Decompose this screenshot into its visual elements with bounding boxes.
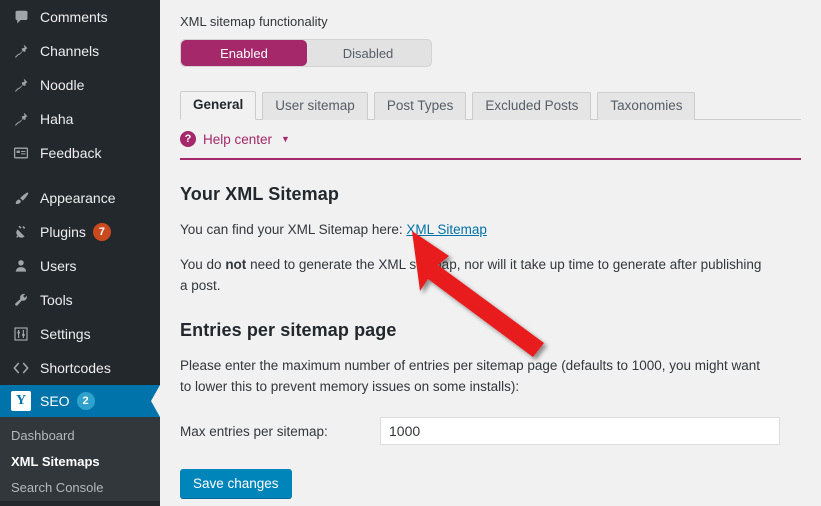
sidebar-item-label: SEO: [40, 393, 70, 409]
settings-tabs: General User sitemap Post Types Excluded…: [180, 89, 801, 120]
sidebar-item-appearance[interactable]: Appearance: [0, 181, 160, 215]
brush-icon: [11, 188, 31, 208]
sitemap-location-text: You can find your XML Sitemap here: XML …: [180, 219, 770, 240]
toggle-disabled-button[interactable]: Disabled: [306, 41, 430, 65]
note-part-two: need to generate the XML sitemap, nor wi…: [180, 257, 762, 293]
your-xml-sitemap-heading: Your XML Sitemap: [180, 184, 339, 204]
feedback-icon: [11, 143, 31, 163]
submenu-item-label: Search Console: [11, 480, 104, 495]
submenu-item-label: Dashboard: [11, 428, 75, 443]
entries-per-page-description: Please enter the maximum number of entri…: [180, 358, 761, 394]
sitemap-generation-note: You do not need to generate the XML site…: [180, 254, 770, 296]
xml-sitemap-functionality-label: XML sitemap functionality: [180, 14, 328, 29]
max-entries-input[interactable]: [380, 417, 780, 445]
sidebar-item-feedback[interactable]: Feedback: [0, 136, 160, 170]
sidebar-item-label: Users: [40, 258, 77, 274]
sidebar-item-users[interactable]: Users: [0, 249, 160, 283]
seo-submenu: Dashboard XML Sitemaps Search Console: [0, 417, 160, 501]
max-entries-field-row: Max entries per sitemap:: [180, 417, 801, 445]
tab-taxonomies[interactable]: Taxonomies: [597, 92, 696, 120]
tab-post-types[interactable]: Post Types: [373, 92, 467, 120]
max-entries-label: Max entries per sitemap:: [180, 423, 328, 439]
save-changes-button[interactable]: Save changes: [180, 469, 292, 498]
sitemap-location-prefix: You can find your XML Sitemap here:: [180, 222, 407, 237]
sidebar-item-haha[interactable]: Haha: [0, 102, 160, 136]
sidebar-item-label: Channels: [40, 43, 100, 59]
note-part-one: You do: [180, 257, 226, 272]
pin-icon: [11, 41, 31, 61]
sidebar-item-tools[interactable]: Tools: [0, 283, 160, 317]
question-mark-icon: ?: [180, 131, 196, 147]
chevron-down-icon: ▼: [281, 134, 290, 144]
help-center-toggle[interactable]: ? Help center ▼: [180, 131, 290, 147]
tab-excluded-posts[interactable]: Excluded Posts: [472, 92, 592, 120]
sidebar-item-noodle[interactable]: Noodle: [0, 68, 160, 102]
help-center-bar: ? Help center ▼: [180, 120, 801, 160]
menu-separator: [0, 170, 160, 181]
seo-notification-badge: 2: [76, 392, 95, 410]
sidebar-item-label: Appearance: [40, 190, 116, 206]
yoast-logo-icon: Y: [11, 391, 31, 411]
submenu-item-xml-sitemaps[interactable]: XML Sitemaps: [0, 449, 160, 475]
user-icon: [11, 256, 31, 276]
admin-sidebar: Comments Channels Noodle Haha Feedback A…: [0, 0, 160, 506]
pin-icon: [11, 75, 31, 95]
tab-general[interactable]: General: [180, 91, 257, 120]
current-item-arrow: [151, 385, 160, 417]
sidebar-item-label: Settings: [40, 326, 91, 342]
plug-icon: [11, 222, 31, 242]
sidebar-item-channels[interactable]: Channels: [0, 34, 160, 68]
sidebar-item-label: Feedback: [40, 145, 102, 161]
sidebar-item-label: Shortcodes: [40, 360, 111, 376]
submenu-item-dashboard[interactable]: Dashboard: [0, 423, 160, 449]
help-center-label: Help center: [203, 131, 273, 147]
sidebar-item-plugins[interactable]: Plugins 7: [0, 215, 160, 249]
toggle-enabled-button[interactable]: Enabled: [182, 41, 306, 65]
tab-user-sitemap[interactable]: User sitemap: [262, 92, 368, 120]
comments-icon: [11, 7, 31, 27]
sidebar-item-shortcodes[interactable]: Shortcodes: [0, 351, 160, 385]
sidebar-item-label: Plugins: [40, 224, 86, 240]
pin-icon: [11, 109, 31, 129]
sidebar-item-comments[interactable]: Comments: [0, 0, 160, 34]
sliders-icon: [11, 324, 31, 344]
entries-per-page-heading: Entries per sitemap page: [180, 320, 397, 340]
xml-sitemap-link[interactable]: XML Sitemap: [406, 222, 487, 237]
submenu-item-label: XML Sitemaps: [11, 454, 100, 469]
code-icon: [11, 358, 31, 378]
screen-root: Comments Channels Noodle Haha Feedback A…: [0, 0, 821, 506]
submenu-item-search-console[interactable]: Search Console: [0, 475, 160, 501]
sidebar-item-label: Tools: [40, 292, 73, 308]
wrench-icon: [11, 290, 31, 310]
main-content: XML sitemap functionality Enabled Disabl…: [160, 0, 821, 506]
note-emphasis: not: [225, 257, 247, 272]
sidebar-item-label: Comments: [40, 9, 108, 25]
sidebar-item-seo[interactable]: Y SEO 2: [0, 385, 160, 417]
plugins-update-badge: 7: [92, 223, 111, 241]
sitemap-functionality-toggle[interactable]: Enabled Disabled: [180, 39, 432, 67]
sidebar-item-label: Noodle: [40, 77, 85, 93]
sidebar-item-settings[interactable]: Settings: [0, 317, 160, 351]
sidebar-item-label: Haha: [40, 111, 74, 127]
